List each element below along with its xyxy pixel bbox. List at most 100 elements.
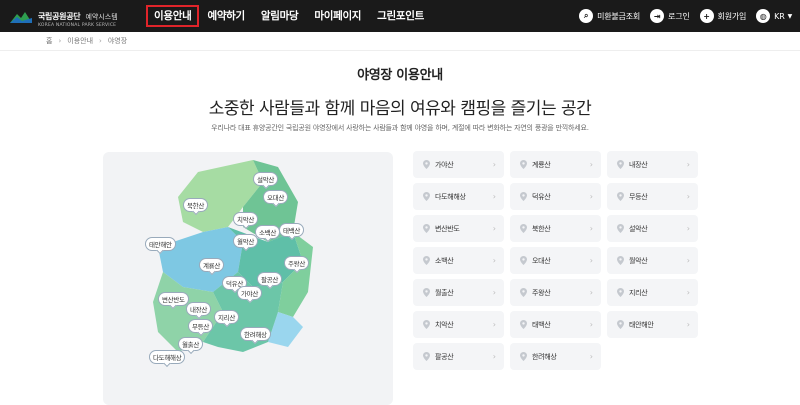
map-pin-woraksan[interactable]: 월악산 (233, 234, 259, 248)
chevron-right-icon: › (492, 288, 496, 297)
park-card[interactable]: 설악산 › (607, 215, 698, 242)
park-name: 내장산 (629, 160, 648, 169)
map-pin-seoraksan[interactable]: 설악산 (253, 172, 279, 186)
park-name: 북한산 (532, 224, 551, 233)
login-label: 로그인 (668, 11, 690, 21)
park-name: 팔공산 (435, 352, 454, 361)
refund-inquiry-link[interactable]: ⌕ 미환불금조회 (579, 9, 640, 23)
park-card[interactable]: 태안해안 › (607, 311, 698, 338)
chevron-right-icon: › (686, 192, 690, 201)
park-card[interactable]: 지리산 › (607, 279, 698, 306)
map-pin-sobaeksan[interactable]: 소백산 (255, 225, 281, 239)
login-icon: ⇥ (650, 9, 665, 23)
park-card[interactable]: 소백산 › (413, 247, 504, 274)
map-pin-odaesan[interactable]: 오대산 (263, 190, 289, 204)
park-name: 한려해상 (532, 352, 557, 361)
park-card[interactable]: 덕유산 › (510, 183, 601, 210)
chevron-right-icon: › (492, 192, 496, 201)
nav-item-greenpoint[interactable]: 그린포인트 (369, 5, 432, 27)
signup-link[interactable]: + 회원가입 (699, 9, 747, 23)
breadcrumb-guide[interactable]: 이용안내 (67, 36, 93, 46)
chevron-right-icon: › (492, 352, 496, 361)
park-name: 무등산 (629, 192, 648, 201)
nav-item-notice[interactable]: 알림마당 (253, 5, 306, 27)
location-pin-icon (617, 256, 624, 265)
utility-menu: ⌕ 미환불금조회 ⇥ 로그인 + 회원가입 ◍ KR ▼ (569, 0, 792, 32)
map-pin-chiaksan[interactable]: 치악산 (233, 212, 259, 226)
park-card[interactable]: 변산반도 › (413, 215, 504, 242)
map-pin-taean[interactable]: 태안해안 (145, 237, 176, 251)
park-name: 지리산 (629, 288, 648, 297)
signup-label: 회원가입 (717, 11, 747, 21)
location-pin-icon (520, 192, 527, 201)
nav-item-reservation[interactable]: 예약하기 (199, 5, 252, 27)
map-pin-dadohae[interactable]: 다도해해상 (149, 350, 186, 364)
map-pin-hallyeo[interactable]: 한려해상 (240, 327, 271, 341)
location-pin-icon (617, 160, 624, 169)
language-select[interactable]: ◍ KR ▼ (756, 9, 792, 23)
park-name: 소백산 (435, 256, 454, 265)
park-name: 월출산 (435, 288, 454, 297)
park-card[interactable]: 태백산 › (510, 311, 601, 338)
chevron-right-icon: › (686, 224, 690, 233)
park-name: 주왕산 (532, 288, 551, 297)
park-card[interactable]: 북한산 › (510, 215, 601, 242)
chevron-right-icon: › (492, 224, 496, 233)
park-card[interactable]: 월악산 › (607, 247, 698, 274)
location-pin-icon (520, 160, 527, 169)
map-pin-palgongsan[interactable]: 팔공산 (257, 272, 283, 286)
map-pin-gayasan[interactable]: 가야산 (237, 286, 263, 300)
map-pin-taebaeksan[interactable]: 태백산 (279, 223, 305, 237)
park-name: 다도해해상 (435, 192, 466, 201)
map-pin-byeonsan[interactable]: 변산반도 (158, 292, 189, 306)
park-card[interactable]: 무등산 › (607, 183, 698, 210)
map-pin-wolchulsan[interactable]: 월출산 (178, 337, 204, 351)
chevron-right-icon: › (492, 256, 496, 265)
park-name: 가야산 (435, 160, 454, 169)
map-pin-naejangsan[interactable]: 내장산 (186, 302, 212, 316)
park-card[interactable]: 가야산 › (413, 151, 504, 178)
park-card[interactable]: 오대산 › (510, 247, 601, 274)
location-pin-icon (423, 256, 430, 265)
location-pin-icon (423, 352, 430, 361)
login-link[interactable]: ⇥ 로그인 (650, 9, 690, 23)
park-card[interactable]: 치악산 › (413, 311, 504, 338)
park-card[interactable]: 계룡산 › (510, 151, 601, 178)
breadcrumb-home[interactable]: 홈 (46, 36, 52, 46)
park-card[interactable]: 다도해해상 › (413, 183, 504, 210)
logo-mountain-icon (10, 9, 32, 25)
map-pin-bukhansan[interactable]: 북한산 (183, 198, 209, 212)
map-pin-jirisan[interactable]: 지리산 (214, 310, 240, 324)
nav-item-mypage[interactable]: 마이페이지 (306, 5, 369, 27)
location-pin-icon (423, 320, 430, 329)
search-doc-icon: ⌕ (579, 9, 594, 23)
location-pin-icon (423, 192, 430, 201)
location-pin-icon (520, 352, 527, 361)
park-card[interactable]: 월출산 › (413, 279, 504, 306)
site-logo[interactable]: 국립공원공단 예약시스템 KOREA NATIONAL PARK SERVICE (10, 6, 118, 29)
location-pin-icon (617, 192, 624, 201)
location-pin-icon (520, 288, 527, 297)
chevron-right-icon: › (492, 320, 496, 329)
hero-description: 우리나라 대표 휴양공간인 국립공원 야영장에서 사랑하는 사람들과 함께 야영… (211, 124, 589, 132)
park-card[interactable]: 한려해상 › (510, 343, 601, 370)
location-pin-icon (617, 320, 624, 329)
map-pin-juwangsan[interactable]: 주왕산 (284, 256, 310, 270)
park-name: 월악산 (629, 256, 648, 265)
language-label: KR (774, 11, 785, 21)
breadcrumb: 홈 › 이용안내 › 야영장 (46, 36, 133, 46)
korea-map-shape (153, 160, 313, 352)
park-card[interactable]: 팔공산 › (413, 343, 504, 370)
location-pin-icon (520, 320, 527, 329)
main-nav: 이용안내 예약하기 알림마당 마이페이지 그린포인트 (146, 0, 432, 32)
page-title: 야영장 이용안내 (357, 68, 443, 83)
chevron-right-icon: › (589, 192, 593, 201)
map-pin-mudeungsan[interactable]: 무등산 (188, 319, 214, 333)
logo-main-text: 국립공원공단 (38, 12, 81, 21)
map-pin-gyeryongsan[interactable]: 계룡산 (199, 258, 225, 272)
park-card[interactable]: 내장산 › (607, 151, 698, 178)
park-name: 태안해안 (629, 320, 654, 329)
nav-item-guide[interactable]: 이용안내 (146, 5, 200, 27)
chevron-down-icon: ▼ (787, 12, 793, 20)
park-card[interactable]: 주왕산 › (510, 279, 601, 306)
